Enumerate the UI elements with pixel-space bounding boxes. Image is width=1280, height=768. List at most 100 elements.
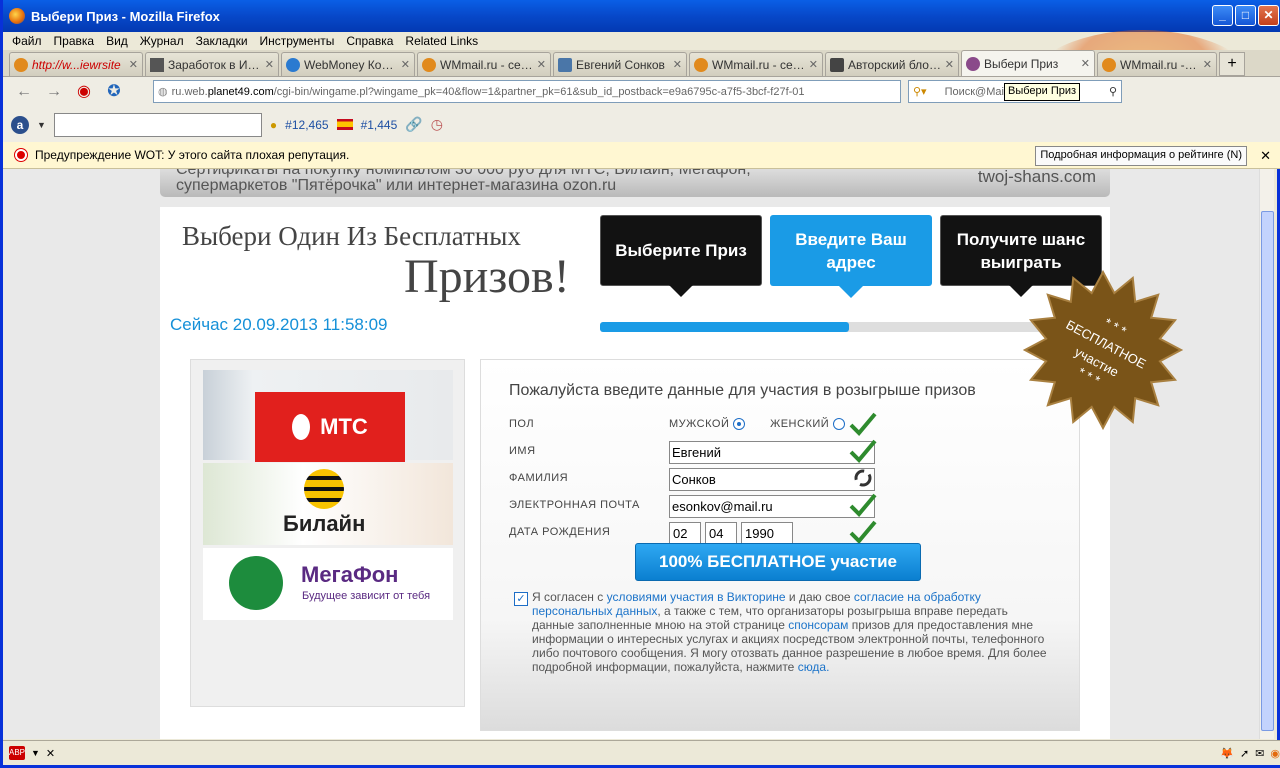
menu-view[interactable]: Вид xyxy=(106,34,128,48)
mail-icon[interactable]: ✉ xyxy=(1255,747,1264,760)
email-input[interactable]: esonkov@mail.ru xyxy=(669,495,875,518)
menu-edit[interactable]: Правка xyxy=(54,34,95,48)
browser-window: Выбери Приз - Mozilla Firefox _ □ ✕ Файл… xyxy=(0,0,1280,768)
toolbar-search-input[interactable] xyxy=(53,112,262,137)
menu-tools[interactable]: Инструменты xyxy=(260,34,335,48)
sponsors-link[interactable]: спонсорам xyxy=(788,618,848,632)
minimize-button[interactable]: _ xyxy=(1212,5,1233,26)
check-icon xyxy=(849,412,877,436)
tab-close-icon[interactable]: ✕ xyxy=(673,58,682,71)
surname-input[interactable]: Сонков xyxy=(669,468,875,491)
tab[interactable]: WebMoney Кош... ✕ xyxy=(281,52,415,76)
search-engine-icon[interactable]: ⚲▾ xyxy=(913,85,927,98)
consent-text-part: Я согласен с xyxy=(532,590,607,604)
tab[interactable]: Евгений Сонков ✕ xyxy=(553,52,687,76)
tab[interactable]: WMmail.ru - серв...✕ xyxy=(689,52,823,76)
banner-domain: twoj-shans.com xyxy=(977,169,1096,186)
tab[interactable]: WMmail.ru - серв...✕ xyxy=(417,52,551,76)
addon-icon[interactable]: ◉ xyxy=(73,81,95,103)
step-choose-prize: Выберите Приз xyxy=(600,215,762,297)
tab-close-icon[interactable]: ✕ xyxy=(537,58,546,71)
headline-top: Выбери Один Из Бесплатных xyxy=(182,221,521,251)
tab[interactable]: http://w...iewrsite ✕ xyxy=(9,52,143,76)
forward-arrow-icon[interactable]: → xyxy=(43,81,65,103)
scrollbar-thumb[interactable] xyxy=(1261,211,1274,731)
tab-close-icon[interactable]: ✕ xyxy=(129,58,138,71)
gender-options: МУЖСКОЙ ЖЕНСКИЙ xyxy=(669,418,845,431)
dob-day-input[interactable]: 02 xyxy=(669,522,701,545)
dropdown-arrow-icon[interactable]: ▼ xyxy=(31,748,40,758)
close-window-button[interactable]: ✕ xyxy=(1258,5,1279,26)
surname-label: ФАМИЛИЯ xyxy=(509,472,569,484)
tab-close-icon[interactable]: ✕ xyxy=(1203,58,1212,71)
consent-checkbox[interactable]: ✓ xyxy=(514,592,528,606)
tab[interactable]: Заработок в Ин... ✕ xyxy=(145,52,279,76)
mts-card: МТС xyxy=(203,370,453,462)
new-tab-button[interactable]: + xyxy=(1219,52,1245,76)
step-label: Получите шанс выиграть xyxy=(956,229,1086,272)
window-title: Выбери Приз - Mozilla Firefox xyxy=(31,8,220,24)
tab-close-icon[interactable]: ✕ xyxy=(809,58,818,71)
menu-help[interactable]: Справка xyxy=(346,34,393,48)
tab-close-icon[interactable]: ✕ xyxy=(945,58,954,71)
cursor-icon[interactable]: ➚ xyxy=(1240,747,1249,760)
firefox-status-icon[interactable]: ◉ xyxy=(1270,747,1280,760)
maximize-button[interactable]: □ xyxy=(1235,5,1256,26)
tab-close-icon[interactable]: ✕ xyxy=(265,58,274,71)
tab-active[interactable]: Выбери Приз ✕ xyxy=(961,50,1095,76)
search-icon[interactable]: ⚲ xyxy=(1109,85,1117,98)
male-radio[interactable] xyxy=(732,418,745,431)
terms-link[interactable]: условиями участия в Викторине xyxy=(607,590,786,604)
alexa-icon[interactable]: a xyxy=(11,115,29,134)
close-icon[interactable]: ✕ xyxy=(46,747,55,760)
dropdown-arrow-icon[interactable]: ▼ xyxy=(37,120,46,130)
more-info-link[interactable]: сюда. xyxy=(798,660,830,674)
close-icon[interactable]: ✕ xyxy=(1260,148,1271,164)
name-input[interactable]: Евгений xyxy=(669,441,875,464)
registration-form: Пожалуйста введите данные для участия в … xyxy=(480,359,1080,731)
back-arrow-icon[interactable]: ← xyxy=(13,81,35,103)
tab[interactable]: WMmail.ru - серв...✕ xyxy=(1097,52,1217,76)
wot-details-button[interactable]: Подробная информация о рейтинге (N) xyxy=(1035,146,1247,166)
menu-bookmarks[interactable]: Закладки xyxy=(196,34,248,48)
wot-warning-icon xyxy=(15,149,27,161)
vertical-scrollbar[interactable] xyxy=(1259,169,1274,739)
dob-year-input[interactable]: 1990 xyxy=(741,522,793,545)
addon2-icon[interactable]: ✪ xyxy=(103,81,125,103)
brands-box: МТС Билайн МегаФон Будущее зависит от те… xyxy=(190,359,465,707)
url-prefix: ru.web. xyxy=(171,85,208,98)
form-title: Пожалуйста введите данные для участия в … xyxy=(509,382,976,399)
url-rest: /cgi-bin/wingame.pl?wingame_pk=40&flow=1… xyxy=(273,85,805,98)
global-rank: #12,465 xyxy=(285,117,329,132)
dob-month-input[interactable]: 04 xyxy=(705,522,737,545)
current-datetime: Сейчас 20.09.2013 11:58:09 xyxy=(170,315,388,334)
female-radio[interactable] xyxy=(832,418,845,431)
fox-icon[interactable]: 🦊 xyxy=(1220,747,1234,760)
consent-text: Я согласен с условиями участия в Виктори… xyxy=(532,590,1052,674)
url-bar[interactable]: ◍ ru.web. planet49.com/cgi-bin/wingame.pl… xyxy=(153,80,901,103)
page-content: Сертификаты на покупку номиналом 30 000 … xyxy=(3,169,1265,739)
tab-favicon-icon xyxy=(558,57,572,72)
menu-file[interactable]: Файл xyxy=(12,34,42,48)
top-banner: Сертификаты на покупку номиналом 30 000 … xyxy=(160,169,1110,197)
wot-warning-text: Предупреждение WOT: У этого сайта плохая… xyxy=(35,148,350,162)
tab-close-icon[interactable]: ✕ xyxy=(1081,57,1090,70)
tab-label: WebMoney Кош... xyxy=(304,57,398,72)
search-placeholder: Поиск@Mail xyxy=(944,85,1007,98)
tab-favicon-icon xyxy=(830,57,844,72)
stopwatch-icon[interactable]: ◷ xyxy=(431,116,443,133)
name-label: ИМЯ xyxy=(509,445,536,457)
links-icon[interactable]: 🔗 xyxy=(405,116,422,133)
mts-text: МТС xyxy=(320,414,368,439)
menu-history[interactable]: Журнал xyxy=(140,34,184,48)
adblock-icon[interactable]: ABP xyxy=(9,746,25,760)
tab[interactable]: Авторский блог ... ✕ xyxy=(825,52,959,76)
tab-label: Выбери Приз xyxy=(984,56,1059,71)
step-enter-address: Введите Ваш адрес xyxy=(770,215,932,298)
tab-close-icon[interactable]: ✕ xyxy=(401,58,410,71)
check-icon xyxy=(849,493,877,517)
consent-text-part: и даю свое xyxy=(785,590,854,604)
submit-button[interactable]: 100% БЕСПЛАТНОЕ участие xyxy=(635,543,921,581)
menu-related-links[interactable]: Related Links xyxy=(405,34,478,48)
mts-logo: МТС xyxy=(255,392,405,462)
